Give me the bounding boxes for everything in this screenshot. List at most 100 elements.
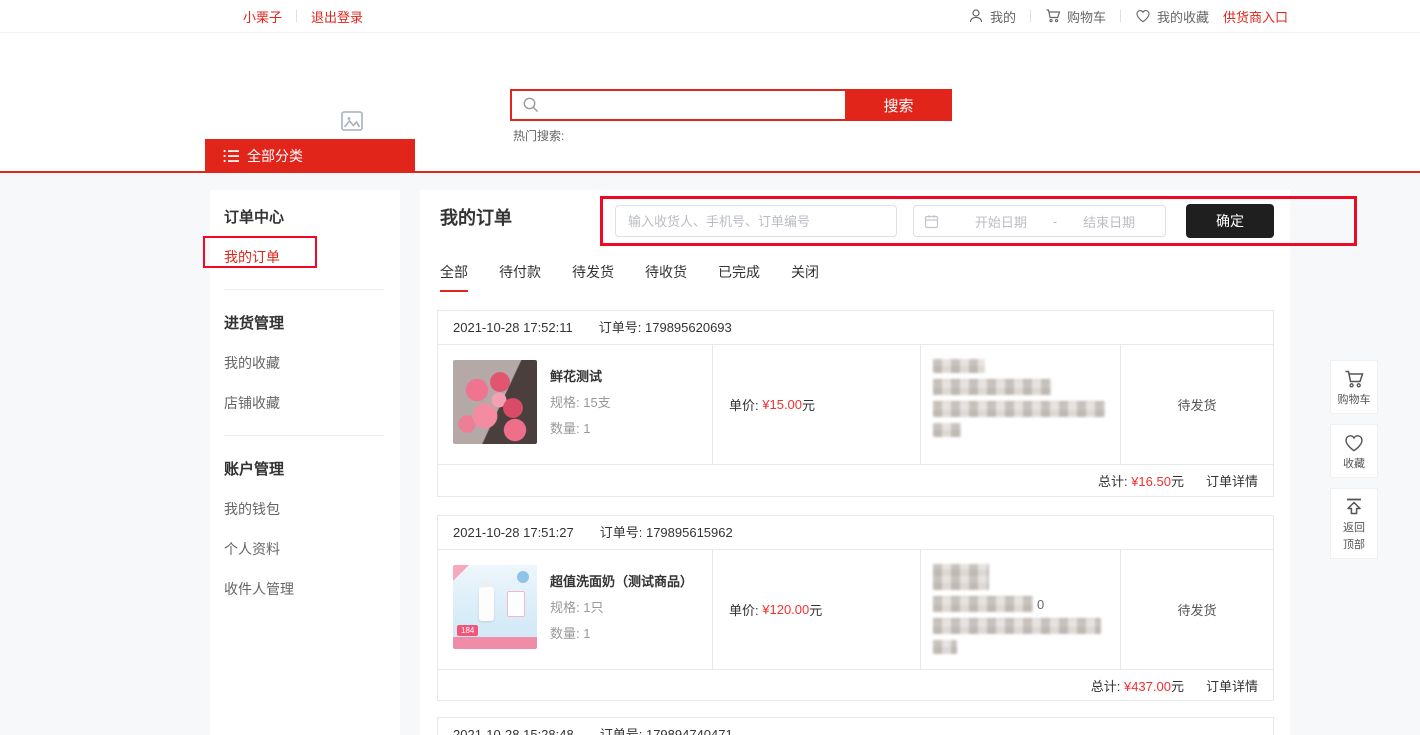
divider <box>224 435 384 436</box>
ribbon-decoration <box>453 565 469 581</box>
order-number: 订单号: 179895620693 <box>599 311 732 344</box>
end-date-placeholder: 结束日期 <box>1063 212 1155 231</box>
order-number: 订单号: 179895615962 <box>600 516 733 549</box>
order-number-value: 179895615962 <box>646 525 733 540</box>
recipient-cell <box>921 345 1121 464</box>
sidebar-item-profile[interactable]: 个人资料 <box>224 539 400 559</box>
sidebar-item-my-orders[interactable]: 我的订单 <box>224 247 400 267</box>
cart-label: 购物车 <box>1067 7 1106 26</box>
all-categories-label: 全部分类 <box>247 146 303 166</box>
order-body: 鲜花测试 规格: 15支 数量: 1 单价: ¥15.00元 待发货 <box>438 345 1273 464</box>
username-link[interactable]: 小栗子 <box>243 7 282 26</box>
order-number-label: 订单号: <box>599 320 642 335</box>
yuan-suffix: 元 <box>809 600 822 619</box>
order-datetime: 2021-10-28 15:28:48 <box>453 718 574 735</box>
search-icon <box>522 96 540 114</box>
sidebar-item-recipient-mgmt[interactable]: 收件人管理 <box>224 579 400 599</box>
product-name[interactable]: 超值洗面奶（测试商品） <box>550 571 693 590</box>
total-label: 总计: <box>1098 474 1128 489</box>
product-image-flowers[interactable] <box>453 360 537 444</box>
cart-icon <box>1045 8 1061 24</box>
yuan-suffix: 元 <box>1171 474 1184 489</box>
back-to-top-icon <box>1343 496 1365 518</box>
order-total: 总计: ¥437.00元 <box>1091 676 1184 695</box>
unit-price-label: 单价: <box>729 395 759 414</box>
sidebar-section-account-mgmt: 账户管理 <box>224 458 400 479</box>
sidebar-item-my-wallet[interactable]: 我的钱包 <box>224 499 400 519</box>
order-status-tabs: 全部 待付款 待发货 待收货 已完成 关闭 <box>440 262 819 292</box>
redacted-text-block <box>933 596 1033 612</box>
tab-closed[interactable]: 关闭 <box>791 262 819 292</box>
back-to-top-button[interactable]: 返回 顶部 <box>1330 488 1378 559</box>
float-favorite-button[interactable]: 收藏 <box>1330 424 1378 478</box>
order-header: 2021-10-28 17:52:11 订单号: 179895620693 <box>438 311 1273 345</box>
total-value: ¥437.00 <box>1124 679 1171 694</box>
heart-icon <box>1343 432 1365 454</box>
logout-link[interactable]: 退出登录 <box>311 7 363 26</box>
total-label: 总计: <box>1091 679 1121 694</box>
search-input[interactable] <box>510 89 845 121</box>
badge-decoration <box>517 571 529 583</box>
cart-link[interactable]: 购物车 <box>1045 7 1106 26</box>
order-footer: 总计: ¥16.50元 订单详情 <box>438 464 1273 496</box>
order-detail-link[interactable]: 订单详情 <box>1206 471 1258 490</box>
sidebar-item-shop-favorites[interactable]: 店铺收藏 <box>224 393 400 413</box>
tab-pending-payment[interactable]: 待付款 <box>499 262 541 292</box>
order-datetime: 2021-10-28 17:52:11 <box>453 311 573 344</box>
unit-price-cell: 单价: ¥15.00元 <box>713 345 921 464</box>
search-bar: 搜索 <box>510 89 952 121</box>
product-cell: 184 超值洗面奶（测试商品） 规格: 1只 数量: 1 <box>438 550 713 669</box>
header: 搜索 热门搜索: <box>0 33 1420 139</box>
order-keyword-input[interactable] <box>615 205 897 237</box>
sidebar-item-my-favorites[interactable]: 我的收藏 <box>224 353 400 373</box>
yuan-suffix: 元 <box>802 395 815 414</box>
order-header: 2021-10-28 17:51:27 订单号: 179895615962 <box>438 516 1273 550</box>
product-spec: 规格: 15支 <box>550 392 611 411</box>
product-qty: 数量: 1 <box>550 623 693 642</box>
product-info: 鲜花测试 规格: 15支 数量: 1 <box>550 360 611 449</box>
order-status: 待发货 <box>1121 550 1273 669</box>
my-account-link[interactable]: 我的 <box>968 7 1016 26</box>
favorites-link[interactable]: 我的收藏 <box>1135 7 1209 26</box>
order-number-value: 179895620693 <box>645 320 732 335</box>
tab-pending-receipt[interactable]: 待收货 <box>645 262 687 292</box>
product-name[interactable]: 鲜花测试 <box>550 366 611 385</box>
search-button[interactable]: 搜索 <box>845 89 952 121</box>
tab-completed[interactable]: 已完成 <box>718 262 760 292</box>
redacted-text-block <box>933 618 1101 634</box>
float-favorite-label: 收藏 <box>1343 457 1365 471</box>
calendar-icon <box>924 214 939 229</box>
topbar: 小栗子 退出登录 我的 购物车 我 <box>0 0 1420 33</box>
order-status: 待发货 <box>1121 345 1273 464</box>
image-price-badge: 184 <box>457 625 478 636</box>
hot-search-label: 热门搜索: <box>513 127 564 144</box>
my-account-label: 我的 <box>990 7 1016 26</box>
redacted-text-block <box>933 401 1105 417</box>
order-number-label: 订单号: <box>600 727 643 735</box>
float-cart-button[interactable]: 购物车 <box>1330 360 1378 414</box>
bottle-graphic <box>479 587 494 621</box>
float-cart-label: 购物车 <box>1338 393 1371 407</box>
order-number-value: 179894740471 <box>646 727 733 735</box>
page: 小栗子 退出登录 我的 购物车 我 <box>0 0 1420 735</box>
order-datetime: 2021-10-28 17:51:27 <box>453 516 574 549</box>
person-icon <box>968 8 984 24</box>
product-image-cleanser[interactable]: 184 <box>453 565 537 649</box>
product-qty: 数量: 1 <box>550 418 611 437</box>
date-range-picker[interactable]: 开始日期 - 结束日期 <box>913 205 1166 237</box>
order-card: 2021-10-28 15:28:48 订单号: 179894740471 <box>437 717 1274 735</box>
recipient-cell: 0 <box>921 550 1121 669</box>
back-to-top-label-line1: 返回 <box>1343 521 1365 535</box>
supplier-entry-link[interactable]: 供货商入口 <box>1223 7 1288 26</box>
divider <box>224 289 384 290</box>
order-detail-link[interactable]: 订单详情 <box>1206 676 1258 695</box>
logo-image-placeholder-icon <box>340 109 364 133</box>
confirm-button[interactable]: 确定 <box>1186 204 1274 238</box>
order-number-label: 订单号: <box>600 525 643 540</box>
all-categories-button[interactable]: 全部分类 <box>205 139 415 172</box>
tab-pending-shipment[interactable]: 待发货 <box>572 262 614 292</box>
unit-price-value: ¥15.00 <box>762 397 802 412</box>
tab-all[interactable]: 全部 <box>440 262 468 292</box>
redacted-text-block <box>933 564 989 590</box>
start-date-placeholder: 开始日期 <box>955 212 1047 231</box>
